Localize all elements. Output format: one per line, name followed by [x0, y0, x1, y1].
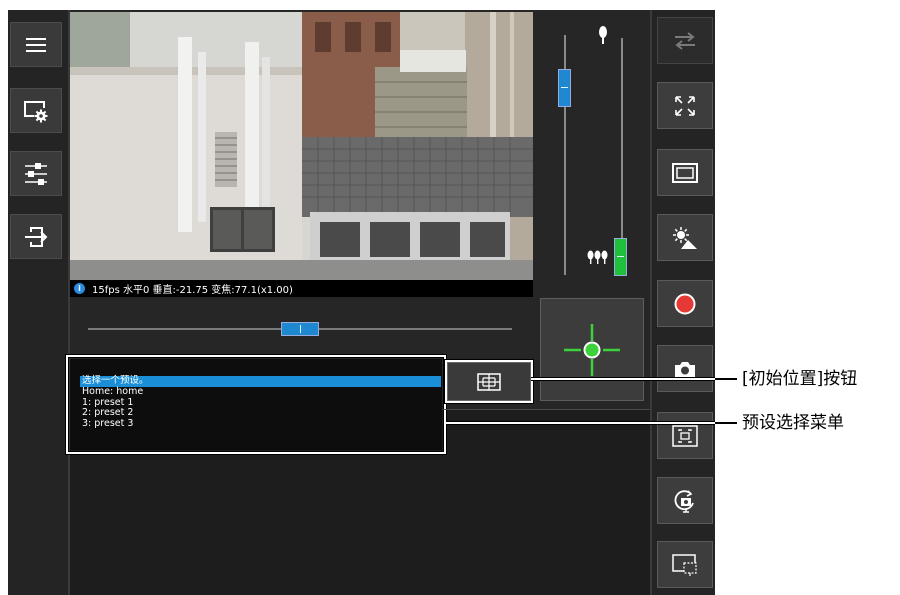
pan-slider-thumb[interactable]: [281, 322, 319, 336]
exit-button[interactable]: [10, 214, 62, 259]
focus-frame-icon: [672, 424, 698, 447]
preset-menu-callout-line: [446, 421, 715, 425]
record-icon: [674, 293, 696, 314]
home-position-grid-icon: [477, 372, 501, 391]
preset-menu-callout-label: 预设选择菜单: [742, 413, 844, 433]
ptz-button[interactable]: [657, 477, 713, 524]
ptz-rotate-icon: [674, 489, 694, 513]
camera-video-feed: [70, 12, 533, 280]
window-icon: [672, 162, 698, 183]
crosshair-icon: [564, 323, 620, 376]
scene-button[interactable]: [657, 214, 713, 261]
sliders-icon: [25, 162, 47, 185]
home-position-button[interactable]: [447, 362, 531, 401]
focus-button[interactable]: [657, 412, 713, 459]
info-icon: i: [74, 283, 85, 294]
settings-icon: [24, 100, 48, 122]
fullscreen-icon: [675, 95, 695, 116]
divider: [443, 409, 650, 410]
single-tree-icon: [599, 26, 607, 44]
fullscreen-button[interactable]: [657, 82, 713, 129]
settings-button[interactable]: [10, 88, 62, 133]
exit-icon: [25, 226, 48, 247]
menu-icon: [26, 37, 46, 52]
record-button[interactable]: [657, 280, 713, 327]
home-button-callout-line: [531, 377, 715, 381]
swap-view-button[interactable]: [657, 17, 713, 64]
image-settings-button[interactable]: [10, 151, 62, 196]
display-mode-button[interactable]: [657, 149, 713, 196]
image-size-icon: [672, 553, 697, 576]
swap-icon: [675, 31, 695, 50]
video-status-bar: i 15fps 水平0 垂直:-21.75 变焦:77.1(x1.00): [70, 280, 533, 297]
zoom-slider-thumb[interactable]: [614, 237, 627, 276]
menu-button[interactable]: [10, 22, 62, 67]
video-display[interactable]: [70, 12, 533, 280]
scene-icon: [673, 226, 697, 249]
home-button-callout-label: [初始位置]按钮: [742, 369, 858, 389]
three-trees-icon: [587, 250, 608, 264]
image-size-button[interactable]: [657, 541, 713, 588]
preset-menu-callout-line-end: [715, 422, 737, 424]
camera-icon: [675, 361, 695, 377]
home-button-callout-line-end: [715, 378, 737, 380]
snapshot-button[interactable]: [657, 345, 713, 392]
preset-menu-callout-frame: [66, 355, 446, 454]
center-position-button[interactable]: [540, 298, 644, 401]
tilt-slider-thumb[interactable]: [558, 68, 571, 107]
video-status-text: 15fps 水平0 垂直:-21.75 变焦:77.1(x1.00): [92, 285, 293, 296]
